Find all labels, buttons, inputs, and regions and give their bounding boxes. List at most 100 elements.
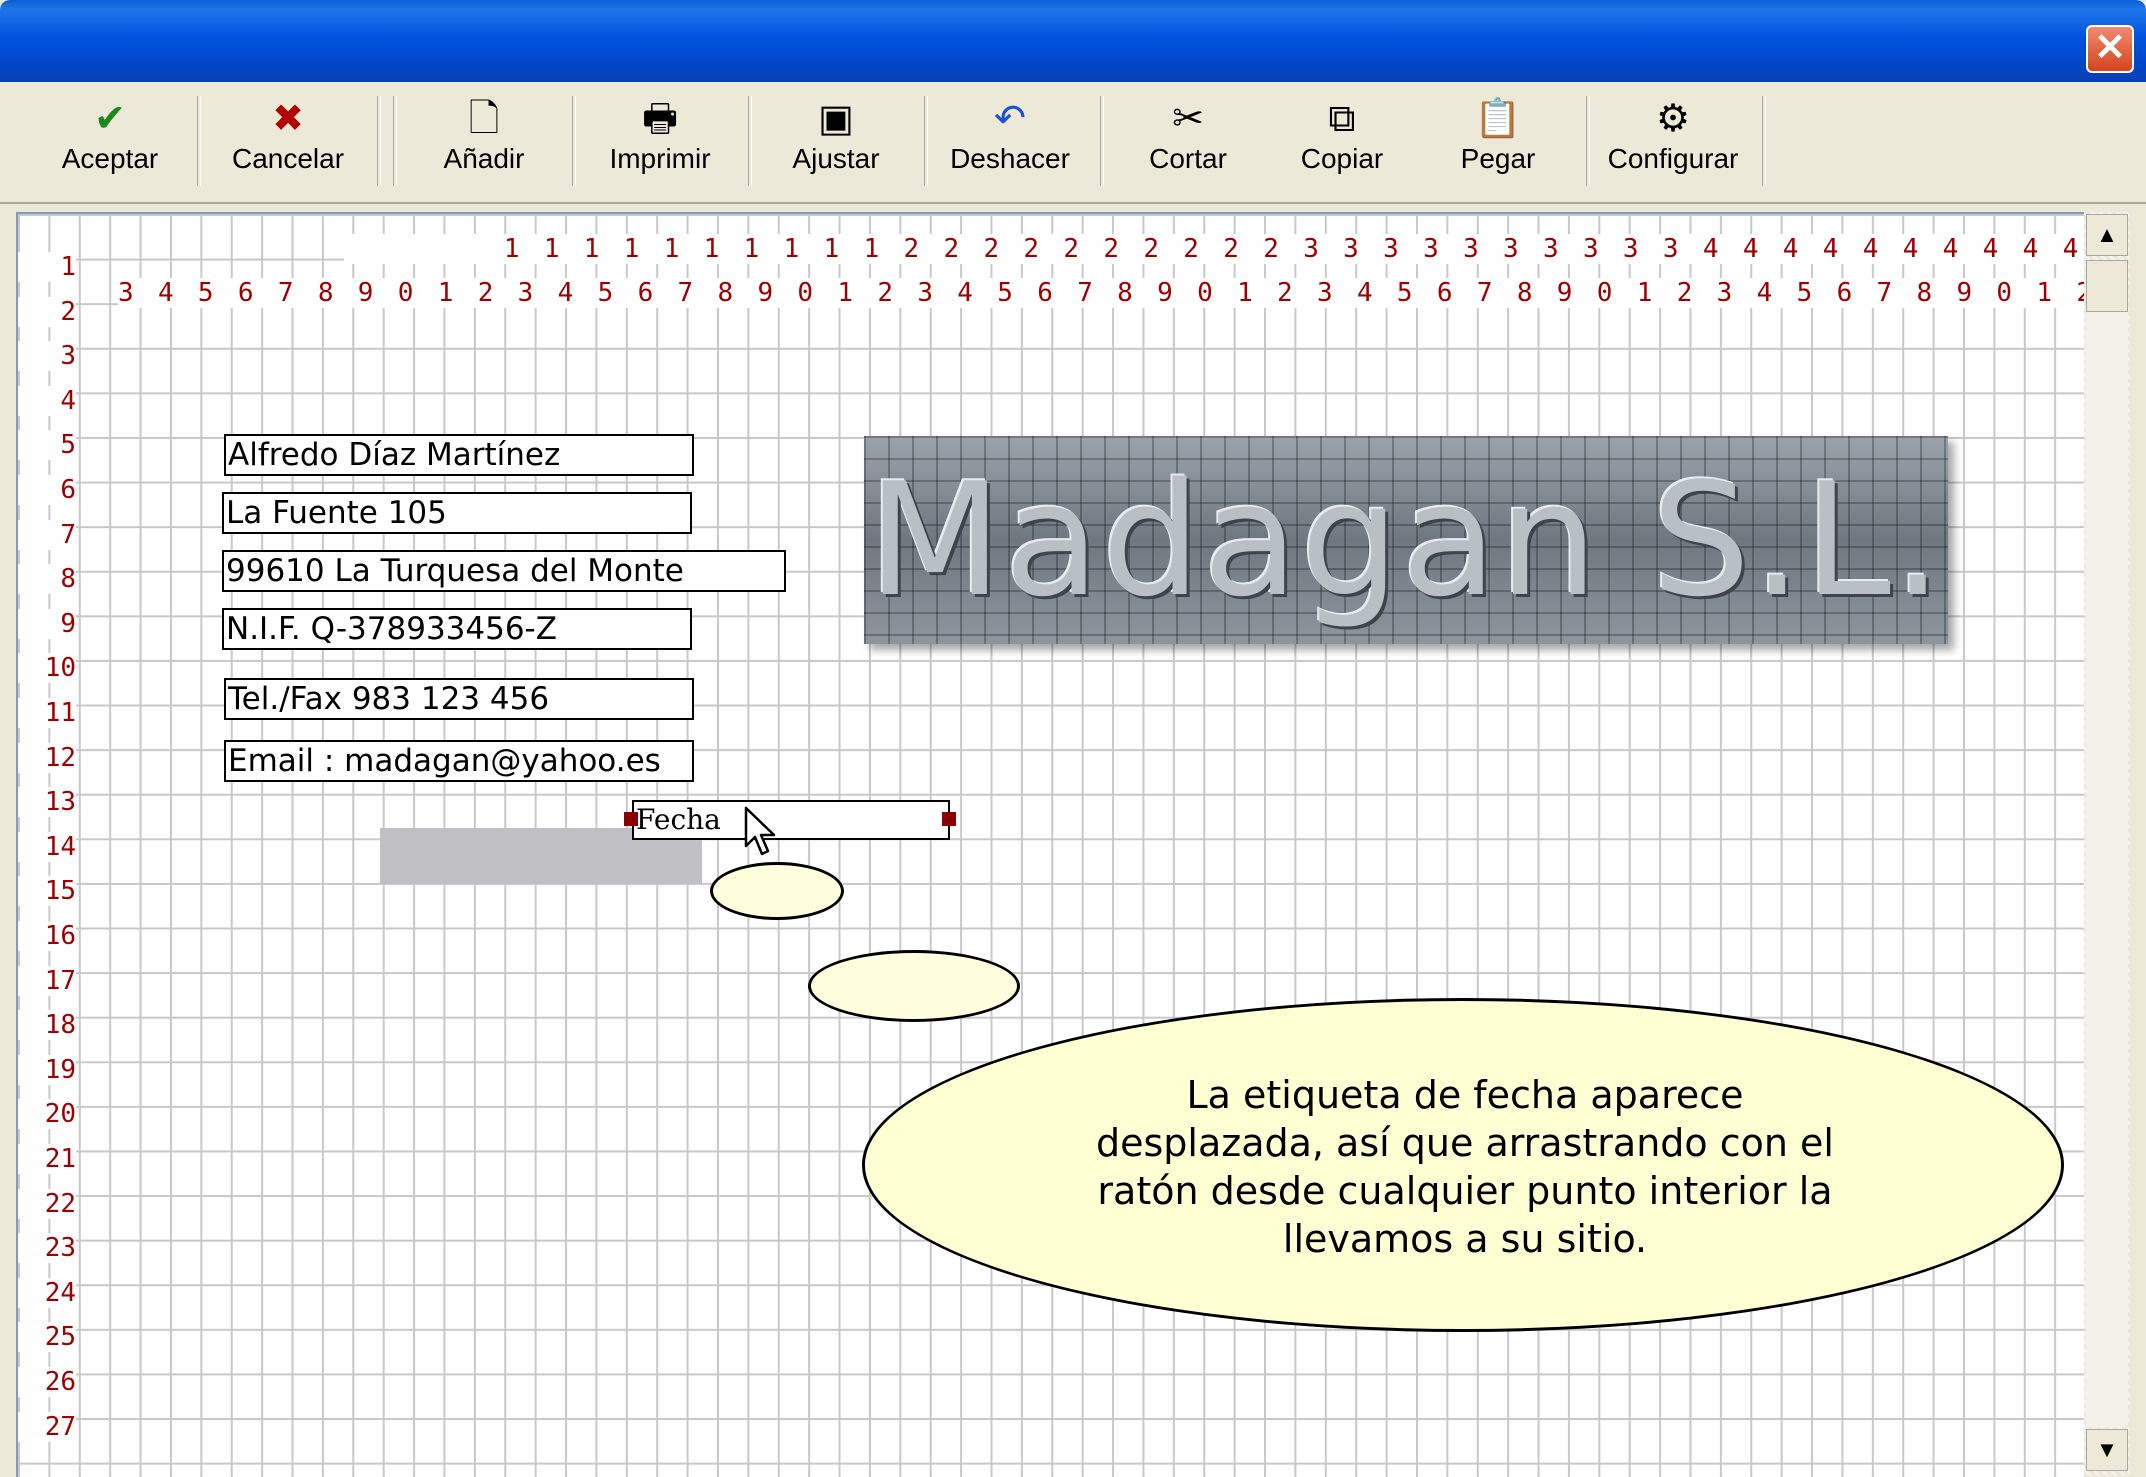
add-label: Añadir — [443, 143, 525, 174]
callout-line: desplazada, así que arrastrando con el — [1096, 1121, 1834, 1165]
row-number: 4 — [18, 385, 76, 416]
toolbar: ✔ Aceptar ✖ Cancelar 🗋 Añadir 🖶 Imprimir… — [0, 82, 2146, 204]
copy-label: Copiar — [1300, 143, 1384, 174]
row-number: 22 — [18, 1188, 76, 1219]
callout-line: La etiqueta de fecha aparece — [1186, 1073, 1744, 1117]
cancel-button[interactable]: ✖ Cancelar — [218, 92, 358, 192]
close-button[interactable]: ✕ — [2086, 25, 2134, 73]
arrow-up-icon: ▲ — [2096, 222, 2118, 247]
accept-button[interactable]: ✔ Aceptar — [40, 92, 180, 192]
copy-button[interactable]: ⧉ Copiar — [1272, 92, 1412, 192]
cancel-label: Cancelar — [231, 143, 345, 174]
mouse-pointer-icon — [744, 806, 776, 856]
callout-text: La etiqueta de fecha aparece desplazada,… — [1025, 1071, 1905, 1263]
row-number: 16 — [18, 921, 76, 951]
undo-button[interactable]: ↶ Deshacer — [940, 92, 1080, 192]
phone-field[interactable]: Tel./Fax 983 123 456 — [224, 678, 694, 720]
callout-bubble: La etiqueta de fecha aparece desplazada,… — [862, 998, 2064, 1332]
company-logo: Madagan S.L. — [864, 436, 1948, 644]
print-label: Imprimir — [609, 143, 711, 174]
logo-text: Madagan S.L. — [867, 449, 1945, 631]
toolbar-separator — [393, 96, 397, 186]
x-icon: ✖ — [272, 98, 304, 140]
scroll-up-button[interactable]: ▲ — [2086, 214, 2128, 256]
callout-line: ratón desde cualquier punto interior la — [1097, 1169, 1833, 1213]
check-icon: ✔ — [94, 98, 126, 140]
configure-button[interactable]: ⚙ Configurar — [1600, 92, 1746, 192]
row-number: 23 — [18, 1233, 76, 1264]
print-button[interactable]: 🖶 Imprimir — [590, 92, 730, 192]
report-designer-window: ✕ ✔ Aceptar ✖ Cancelar 🗋 Añadir 🖶 Imprim… — [0, 0, 2146, 1477]
row-number: 15 — [18, 876, 76, 907]
row-number: 17 — [18, 965, 76, 996]
toolbar-separator — [377, 96, 381, 186]
row-number: 1 — [18, 252, 76, 282]
row-number: 8 — [18, 564, 76, 595]
toolbar-separator — [924, 96, 928, 186]
name-field[interactable]: Alfredo Díaz Martínez — [224, 434, 694, 476]
monitor-icon: ▣ — [818, 98, 854, 140]
row-number: 11 — [18, 698, 76, 728]
scroll-down-button[interactable]: ▼ — [2086, 1429, 2128, 1471]
cut-button[interactable]: ✂ Cortar — [1118, 92, 1258, 192]
row-number: 5 — [18, 430, 76, 461]
date-field[interactable]: Fecha — [632, 800, 950, 840]
row-number: 2 — [18, 296, 76, 327]
row-number: 20 — [18, 1099, 76, 1130]
resize-handle-right[interactable] — [942, 812, 956, 826]
row-number: 19 — [18, 1054, 76, 1085]
paste-label: Pegar — [1460, 143, 1536, 174]
accept-label: Aceptar — [61, 143, 159, 174]
toolbar-separator — [1762, 96, 1766, 186]
resize-handle-left[interactable] — [624, 812, 638, 826]
configure-label: Configurar — [1607, 143, 1739, 174]
row-number: 6 — [18, 475, 76, 505]
row-number: 24 — [18, 1277, 76, 1308]
vertical-scrollbar[interactable]: ▲ ▼ — [2084, 212, 2130, 1475]
row-number: 12 — [18, 742, 76, 773]
toolbar-separator — [1586, 96, 1590, 186]
fit-button[interactable]: ▣ Ajustar — [766, 92, 906, 192]
close-icon: ✕ — [2094, 27, 2126, 69]
row-number: 9 — [18, 608, 76, 639]
column-ruler-units: 3 4 5 6 7 8 9 0 1 2 3 4 5 6 7 8 9 0 1 2 … — [118, 278, 2084, 308]
row-number: 21 — [18, 1144, 76, 1174]
toolbar-separator — [1100, 96, 1104, 186]
row-number: 13 — [18, 787, 76, 818]
row-number: 27 — [18, 1411, 76, 1442]
email-field[interactable]: Email : madagan@yahoo.es — [224, 740, 694, 782]
street-field[interactable]: La Fuente 105 — [222, 492, 692, 534]
nif-field[interactable]: N.I.F. Q-378933456-Z — [222, 608, 692, 650]
cut-label: Cortar — [1149, 143, 1227, 174]
row-number: 14 — [18, 831, 76, 862]
row-number: 7 — [18, 519, 76, 550]
callout-dot-medium — [808, 950, 1020, 1022]
gear-icon: ⚙ — [1655, 98, 1691, 140]
toolbar-separator — [197, 96, 201, 186]
scissors-icon: ✂ — [1172, 98, 1204, 140]
scroll-thumb[interactable] — [2086, 260, 2128, 312]
new-page-icon: 🗋 — [468, 98, 500, 140]
city-field[interactable]: 99610 La Turquesa del Monte — [222, 550, 786, 592]
paste-button[interactable]: 📋 Pegar — [1428, 92, 1568, 192]
toolbar-separator — [748, 96, 752, 186]
callout-line: llevamos a su sitio. — [1282, 1217, 1648, 1261]
row-number: 10 — [18, 653, 76, 684]
row-ruler: 1 2 3 4 5 6 7 8 9 10 11 12 13 14 15 16 17 18 19 20 21 22 23 24 2… — [18, 214, 80, 1477]
printer-icon: 🖶 — [642, 98, 678, 140]
title-bar[interactable]: ✕ — [0, 0, 2146, 82]
paste-icon: 📋 — [1474, 98, 1522, 140]
row-number: 25 — [18, 1322, 76, 1353]
arrow-down-icon: ▼ — [2096, 1437, 2118, 1462]
row-number: 18 — [18, 1010, 76, 1041]
design-canvas[interactable]: 1 1 1 1 1 1 1 1 1 1 2 2 2 2 2 2 2 2 2 2 … — [16, 212, 2084, 1477]
add-button[interactable]: 🗋 Añadir — [414, 92, 554, 192]
fit-label: Ajustar — [792, 143, 880, 174]
callout-dot-small — [710, 862, 844, 920]
toolbar-separator — [572, 96, 576, 186]
copy-icon: ⧉ — [1328, 98, 1356, 140]
column-ruler-tens: 1 1 1 1 1 1 1 1 1 1 2 2 2 2 2 2 2 2 2 2 … — [344, 234, 2084, 264]
scroll-track[interactable] — [2086, 312, 2128, 1427]
row-number: 3 — [18, 341, 76, 372]
undo-icon: ↶ — [994, 98, 1026, 140]
